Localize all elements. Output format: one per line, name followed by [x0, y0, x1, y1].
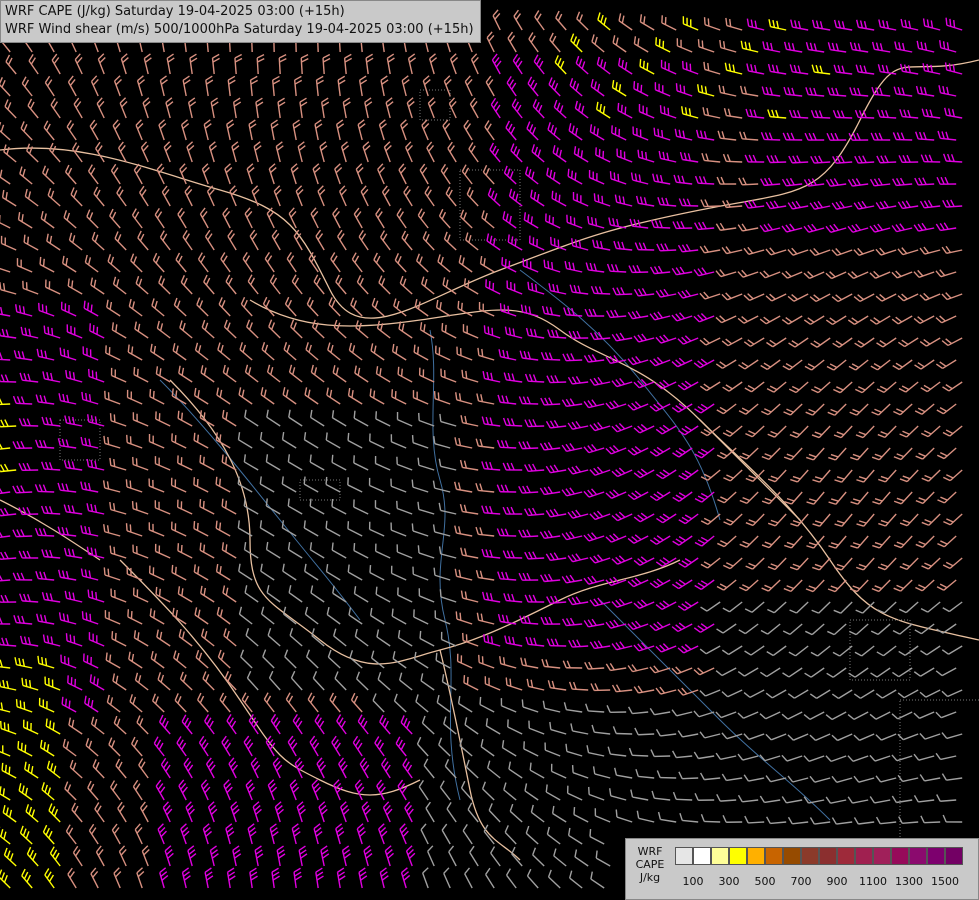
legend-caption-variable: CAPE: [635, 858, 665, 871]
legend-swatch: [693, 847, 711, 865]
legend-swatch: [909, 847, 927, 865]
legend-swatch: [711, 847, 729, 865]
legend-swatch: [891, 847, 909, 865]
legend-swatch: [945, 847, 963, 865]
legend-tick-labels: 100 300 500 700 900 1100 1300 1500: [675, 875, 975, 889]
legend-tick: 900: [826, 875, 848, 888]
legend-tick: 500: [754, 875, 776, 888]
legend-swatch: [855, 847, 873, 865]
shear-title: WRF Wind shear (m/s) 500/1000hPa Saturda…: [5, 22, 474, 37]
map-title-box: WRF CAPE (J/kg) Saturday 19-04-2025 03:0…: [0, 0, 481, 43]
legend-swatch: [837, 847, 855, 865]
legend-tick: 1300: [895, 875, 923, 888]
legend-caption-model: WRF: [637, 845, 663, 858]
legend-tick: 700: [790, 875, 812, 888]
legend-swatch: [819, 847, 837, 865]
legend-swatch: [765, 847, 783, 865]
legend-caption: WRF CAPE J/kg: [630, 845, 670, 884]
legend-swatch: [783, 847, 801, 865]
legend-swatch: [729, 847, 747, 865]
legend-swatch: [927, 847, 945, 865]
legend-tick: 1500: [931, 875, 959, 888]
legend-swatch: [747, 847, 765, 865]
cape-legend: WRF CAPE J/kg 100 300 500 700 900 1100 1…: [625, 838, 979, 900]
cape-title: WRF CAPE (J/kg) Saturday 19-04-2025 03:0…: [5, 4, 345, 19]
legend-tick: 300: [718, 875, 740, 888]
legend-swatches: [675, 847, 963, 865]
weather-map: [0, 0, 979, 900]
legend-swatch: [801, 847, 819, 865]
legend-tick: 100: [682, 875, 704, 888]
legend-tick: 1100: [859, 875, 887, 888]
legend-swatch: [873, 847, 891, 865]
legend-caption-unit: J/kg: [639, 871, 661, 884]
legend-swatch: [675, 847, 693, 865]
